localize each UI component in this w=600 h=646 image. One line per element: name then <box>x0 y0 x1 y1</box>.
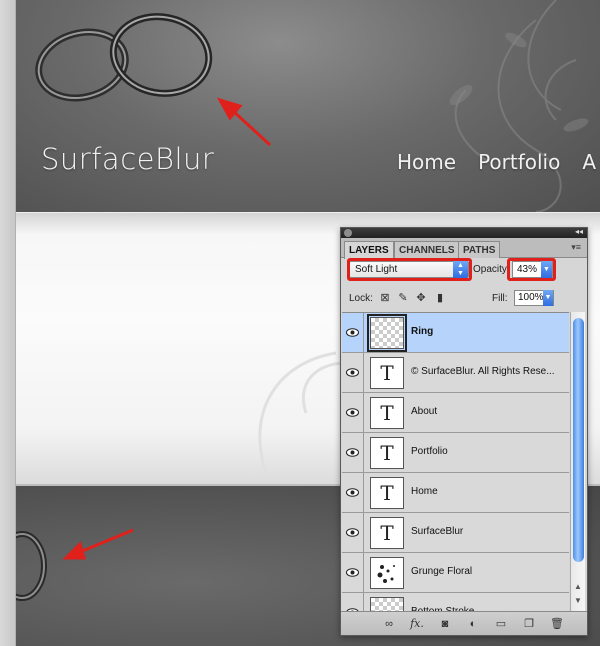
collapse-icon[interactable]: ◂◂ <box>575 227 583 237</box>
lock-label: Lock: <box>349 293 373 304</box>
scroll-up-icon[interactable]: ▲ <box>574 582 582 591</box>
layer-thumb[interactable] <box>370 557 404 589</box>
trash-icon[interactable]: 🗑 <box>549 616 565 632</box>
text-layer-thumb[interactable]: T <box>370 357 404 389</box>
site-nav: Home Portfolio A <box>397 150 596 174</box>
site-logo[interactable]: SurfaceBlur <box>41 142 214 176</box>
layer-thumb[interactable] <box>370 597 404 612</box>
layer-row[interactable]: T Home <box>342 473 569 513</box>
lock-position-icon[interactable]: ✥ <box>415 292 427 304</box>
tab-layers[interactable]: LAYERS <box>344 241 394 259</box>
layer-name: About <box>411 406 438 417</box>
rings-image <box>35 13 213 102</box>
dropdown-arrow-icon[interactable]: ▼ <box>543 290 553 306</box>
highlight-box-blend <box>347 258 472 281</box>
opacity-label: Opacity: <box>473 264 510 275</box>
lock-all-icon[interactable]: ▮ <box>434 292 446 304</box>
scroll-down-icon[interactable]: ▼ <box>574 596 582 605</box>
lock-transparent-icon[interactable]: ⊠ <box>379 292 391 304</box>
link-icon[interactable]: ∞ <box>381 616 397 632</box>
layer-thumb[interactable] <box>367 314 407 352</box>
text-layer-thumb[interactable]: T <box>370 397 404 429</box>
nav-portfolio[interactable]: Portfolio <box>478 150 560 174</box>
layers-panel: ◂◂ LAYERS CHANNELS PATHS ▾≡ Soft Light ▲… <box>340 227 588 636</box>
nav-about[interactable]: A <box>582 150 596 174</box>
fill-value: 100% <box>518 292 544 303</box>
tab-channels[interactable]: CHANNELS <box>394 241 460 258</box>
layer-row[interactable]: Ring <box>342 313 569 353</box>
scroll-thumb[interactable] <box>573 318 584 562</box>
eye-icon[interactable] <box>342 313 364 352</box>
eye-icon[interactable] <box>342 513 364 552</box>
adjustment-icon[interactable]: ◐ <box>465 616 481 632</box>
fill-field[interactable]: 100% ▼ <box>514 290 554 306</box>
panel-titlebar[interactable]: ◂◂ <box>341 227 587 238</box>
site-header <box>16 0 600 212</box>
floral-ornament <box>449 0 589 212</box>
layer-list: Ring T © SurfaceBlur. All Rights Rese... T A… <box>342 312 569 612</box>
layer-row[interactable]: Grunge Floral <box>342 553 569 593</box>
text-layer-thumb[interactable]: T <box>370 477 404 509</box>
eye-icon[interactable] <box>342 593 364 612</box>
tab-paths[interactable]: PATHS <box>458 241 501 258</box>
panel-menu-icon[interactable]: ▾≡ <box>571 242 581 253</box>
text-layer-thumb[interactable]: T <box>370 517 404 549</box>
layer-row[interactable]: T © SurfaceBlur. All Rights Rese... <box>342 353 569 393</box>
layer-name: Home <box>411 486 438 497</box>
fill-label: Fill: <box>492 293 508 304</box>
left-edge-strip <box>0 0 16 646</box>
layer-name: SurfaceBlur <box>411 526 464 537</box>
folder-icon[interactable]: ▭ <box>493 616 509 632</box>
close-icon[interactable] <box>344 229 352 237</box>
nav-home[interactable]: Home <box>397 150 456 174</box>
eye-icon[interactable] <box>342 473 364 512</box>
layer-name: Portfolio <box>411 446 448 457</box>
layer-name: © SurfaceBlur. All Rights Rese... <box>411 366 555 377</box>
layer-row[interactable]: T About <box>342 393 569 433</box>
highlight-box-opacity <box>507 258 556 281</box>
mask-icon[interactable]: ◙ <box>437 616 453 632</box>
layer-name: Ring <box>411 326 434 337</box>
layer-name: Grunge Floral <box>411 566 473 577</box>
eye-icon[interactable] <box>342 393 364 432</box>
layer-list-scrollbar[interactable]: ▲ ▼ <box>570 312 585 612</box>
layer-row[interactable]: T Portfolio <box>342 433 569 473</box>
eye-icon[interactable] <box>342 433 364 472</box>
layer-row[interactable]: Bottom Stroke <box>342 593 569 612</box>
fx-icon[interactable]: fx. <box>409 616 425 632</box>
eye-icon[interactable] <box>342 353 364 392</box>
new-layer-icon[interactable]: ❐ <box>521 616 537 632</box>
panel-bottom-bar: ∞ fx. ◙ ◐ ▭ ❐ 🗑 <box>341 611 587 635</box>
panel-tabs: LAYERS CHANNELS PATHS ▾≡ <box>341 238 587 259</box>
layer-row[interactable]: T SurfaceBlur <box>342 513 569 553</box>
text-layer-thumb[interactable]: T <box>370 437 404 469</box>
lock-image-icon[interactable]: ✎ <box>397 292 409 304</box>
eye-icon[interactable] <box>342 553 364 592</box>
